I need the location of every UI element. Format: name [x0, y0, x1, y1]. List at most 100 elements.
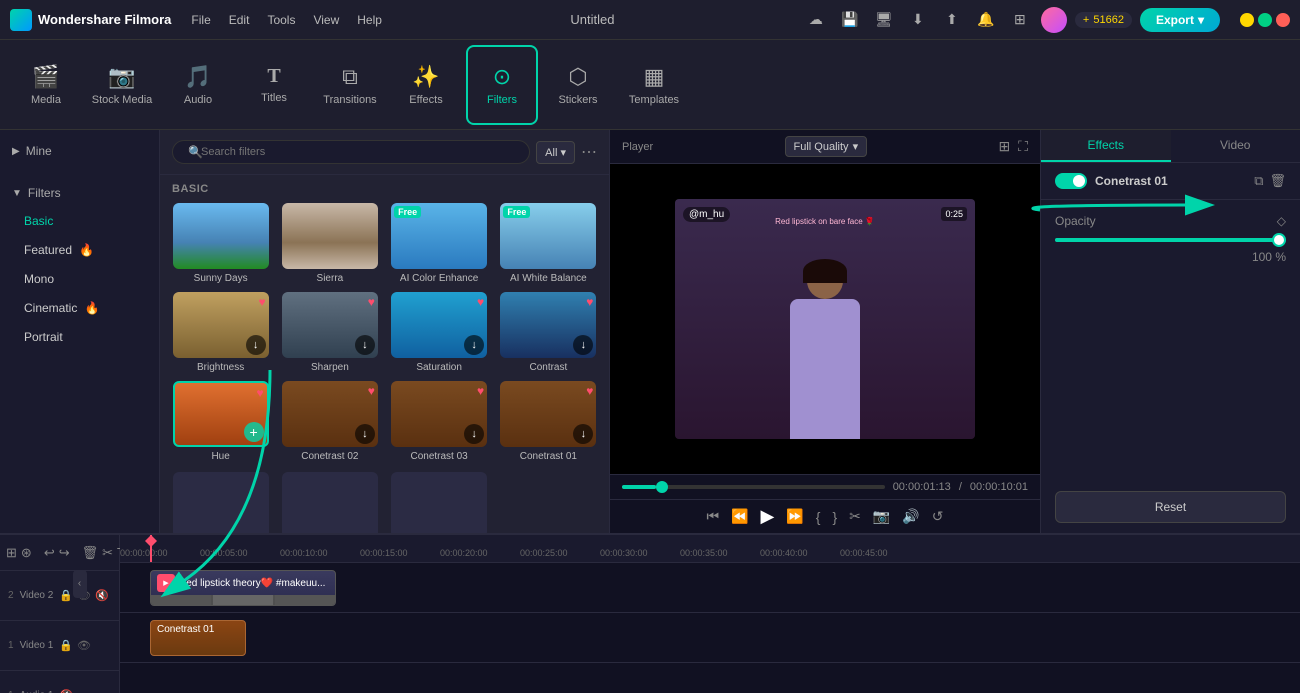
- lock-icon-2[interactable]: 🔒: [59, 639, 73, 652]
- download-icon[interactable]: ↓: [246, 335, 266, 355]
- magnet-icon[interactable]: ⊛: [21, 542, 32, 564]
- menu-tools[interactable]: Tools: [267, 13, 295, 27]
- mute-icon[interactable]: 🔇: [95, 589, 109, 602]
- toolbar-titles[interactable]: T Titles: [238, 45, 310, 125]
- download-icon[interactable]: ⬇: [905, 7, 931, 33]
- filter-conetrast02[interactable]: ♥ ↓ Conetrast 02: [279, 381, 380, 462]
- toolbar-audio[interactable]: 🎵 Audio: [162, 45, 234, 125]
- quality-selector[interactable]: Full Quality ▾: [785, 136, 868, 157]
- toolbar-media[interactable]: 🎬 Media: [10, 45, 82, 125]
- toolbar-stock-media[interactable]: 📷 Stock Media: [86, 45, 158, 125]
- copy-icon[interactable]: ⧉: [1254, 173, 1263, 189]
- filter-brightness[interactable]: ♥ ↓ Brightness: [170, 292, 271, 373]
- topbar-actions: ☁ 💾 🖥 ⬇ ⬆ 🔔 ⊞ + 51662 Export ▾: [803, 7, 1290, 33]
- track-label-video1: 1 Video 1 🔒 👁: [0, 621, 119, 671]
- left-panel: ▶ Mine ▼ Filters Basic Featured 🔥 Mono: [0, 130, 160, 533]
- download-icon-3[interactable]: ↓: [464, 335, 484, 355]
- toolbar-templates[interactable]: ▦ Templates: [618, 45, 690, 125]
- filter-saturation[interactable]: ♥ ↓ Saturation: [389, 292, 490, 373]
- cut-button[interactable]: ✂: [102, 542, 113, 564]
- opacity-thumb[interactable]: [1272, 233, 1286, 247]
- play-button[interactable]: ▶: [761, 506, 775, 527]
- snapshot-icon[interactable]: 📷: [873, 508, 890, 525]
- delete-button[interactable]: 🗑: [82, 542, 99, 564]
- toolbar-transitions[interactable]: ⧉ Transitions: [314, 45, 386, 125]
- lock-icon[interactable]: 🔒: [59, 589, 73, 602]
- toolbar-effects[interactable]: ✨ Effects: [390, 45, 462, 125]
- upload-icon[interactable]: ⬆: [939, 7, 965, 33]
- maximize-button[interactable]: [1258, 13, 1272, 27]
- download-icon-6[interactable]: ↓: [464, 424, 484, 444]
- menu-view[interactable]: View: [313, 13, 339, 27]
- collapse-panel-button[interactable]: ‹: [73, 570, 87, 598]
- close-button[interactable]: [1276, 13, 1290, 27]
- chevron-down-icon: ▾: [1198, 13, 1204, 27]
- progress-bar[interactable]: [622, 485, 885, 489]
- grid-view-icon[interactable]: ⊞: [998, 138, 1010, 155]
- download-icon-7[interactable]: ↓: [573, 424, 593, 444]
- monitor-icon[interactable]: 🖥: [871, 7, 897, 33]
- filter-hue[interactable]: ♥ + Hue: [170, 381, 271, 462]
- progress-thumb[interactable]: [656, 481, 668, 493]
- toolbar-stickers[interactable]: ⬡ Stickers: [542, 45, 614, 125]
- search-input[interactable]: [172, 140, 530, 164]
- filter-sierra[interactable]: Sierra: [279, 203, 380, 284]
- menu-edit[interactable]: Edit: [229, 13, 250, 27]
- mark-in-icon[interactable]: {: [816, 509, 821, 525]
- tab-effects[interactable]: Effects: [1041, 130, 1171, 162]
- minimize-button[interactable]: [1240, 13, 1254, 27]
- filter-all-dropdown[interactable]: All ▾: [536, 141, 575, 164]
- mute-icon-2[interactable]: 🔇: [59, 689, 73, 693]
- tab-video[interactable]: Video: [1171, 130, 1300, 162]
- avatar[interactable]: [1041, 7, 1067, 33]
- mark-out-icon[interactable]: }: [832, 509, 837, 525]
- rotate-icon[interactable]: ↺: [932, 508, 944, 525]
- step-back-icon[interactable]: ⏪: [731, 508, 748, 525]
- filter-conetrast03[interactable]: ♥ ↓ Conetrast 03: [389, 381, 490, 462]
- filter-sunny-days[interactable]: Sunny Days: [170, 203, 271, 284]
- filter-sharpen[interactable]: ♥ ↓ Sharpen: [279, 292, 380, 373]
- skip-back-icon[interactable]: ⏮: [706, 508, 719, 525]
- notification-icon[interactable]: 🔔: [973, 7, 999, 33]
- more-options-button[interactable]: ⋯: [581, 142, 597, 162]
- filter-conetrast01[interactable]: ♥ ↓ Conetrast 01: [498, 381, 599, 462]
- grid-icon[interactable]: ⊞: [1007, 7, 1033, 33]
- opacity-slider[interactable]: [1055, 238, 1286, 242]
- undo-button[interactable]: ↩: [44, 542, 55, 564]
- layout-icon[interactable]: ⊞: [6, 542, 17, 564]
- toggle-switch[interactable]: [1055, 173, 1087, 189]
- visible-icon-2[interactable]: 👁: [77, 639, 91, 652]
- delete-icon[interactable]: 🗑: [1269, 173, 1286, 189]
- menu-help[interactable]: Help: [357, 13, 382, 27]
- download-icon-2[interactable]: ↓: [355, 335, 375, 355]
- download-icon-4[interactable]: ↓: [573, 335, 593, 355]
- redo-button[interactable]: ↪: [59, 542, 70, 564]
- filter-contrast[interactable]: ♥ ↓ Contrast: [498, 292, 599, 373]
- filters-header[interactable]: ▼ Filters: [0, 180, 159, 206]
- split-icon[interactable]: ✂: [849, 508, 861, 525]
- sidebar-item-featured[interactable]: Featured 🔥: [8, 236, 151, 264]
- menu-file[interactable]: File: [191, 13, 210, 27]
- fullscreen-icon[interactable]: ⛶: [1018, 138, 1028, 155]
- volume-icon[interactable]: 🔊: [902, 508, 919, 525]
- filter-ai-color[interactable]: Free AI Color Enhance: [389, 203, 490, 284]
- download-icon-5[interactable]: ↓: [355, 424, 375, 444]
- clip-video2[interactable]: ▶ Red lipstick theory❤️ #makeuu...: [150, 570, 336, 606]
- sidebar-item-mono[interactable]: Mono: [8, 265, 151, 293]
- export-button[interactable]: Export ▾: [1140, 8, 1220, 32]
- track-label-video2: 2 Video 2 🔒 👁 🔇: [0, 571, 119, 621]
- reset-button[interactable]: Reset: [1055, 491, 1286, 523]
- save-icon[interactable]: 💾: [837, 7, 863, 33]
- filter-ai-white[interactable]: Free AI White Balance: [498, 203, 599, 284]
- add-filter-button[interactable]: +: [244, 422, 264, 442]
- sidebar-item-basic[interactable]: Basic: [8, 207, 151, 235]
- clip-effect[interactable]: Conetrast 01: [150, 620, 246, 656]
- mine-header[interactable]: ▶ Mine: [0, 138, 159, 164]
- cloud-icon[interactable]: ☁: [803, 7, 829, 33]
- sidebar-item-portrait[interactable]: Portrait: [8, 323, 151, 351]
- filter-partial-2: [279, 472, 380, 533]
- playhead[interactable]: [150, 535, 152, 562]
- step-forward-icon[interactable]: ⏩: [786, 508, 803, 525]
- toolbar-filters[interactable]: ⊙ Filters: [466, 45, 538, 125]
- sidebar-item-cinematic[interactable]: Cinematic 🔥: [8, 294, 151, 322]
